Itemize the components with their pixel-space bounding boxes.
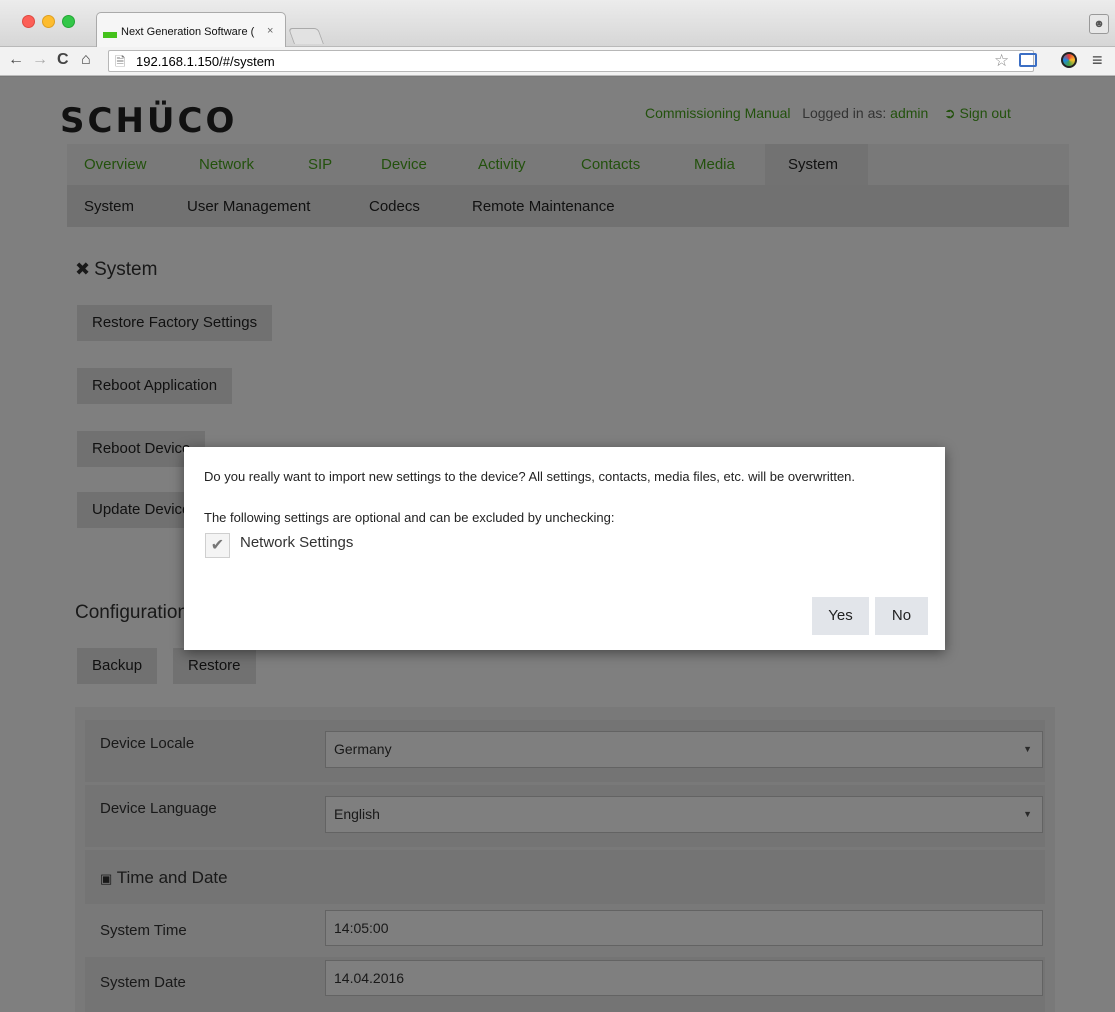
extension-icon[interactable] bbox=[1061, 52, 1077, 68]
tab-title: Next Generation Software ( bbox=[121, 26, 255, 38]
tab-close-icon[interactable]: × bbox=[267, 25, 273, 37]
zoom-window-button[interactable] bbox=[62, 15, 75, 28]
back-arrow-icon[interactable]: ← bbox=[8, 51, 24, 69]
no-button[interactable]: No bbox=[875, 597, 928, 635]
home-icon[interactable]: ⌂ bbox=[81, 51, 91, 69]
import-settings-dialog: Do you really want to import new setting… bbox=[184, 447, 945, 650]
menu-icon[interactable]: ≡ bbox=[1092, 50, 1103, 71]
favicon-icon bbox=[103, 32, 117, 38]
new-tab-button[interactable] bbox=[288, 28, 324, 44]
cast-icon[interactable] bbox=[1019, 53, 1037, 67]
page-icon: 🗎 bbox=[115, 54, 126, 69]
minimize-window-button[interactable] bbox=[42, 15, 55, 28]
url-text: 192.168.1.150/#/system bbox=[136, 54, 275, 69]
close-window-button[interactable] bbox=[22, 15, 35, 28]
browser-tab[interactable]: Next Generation Software ( × bbox=[96, 12, 286, 47]
browser-titlebar: Next Generation Software ( × ☻ bbox=[0, 0, 1115, 47]
forward-arrow-icon[interactable]: → bbox=[32, 51, 48, 69]
bookmark-star-icon[interactable]: ☆ bbox=[994, 51, 1009, 71]
profile-icon[interactable]: ☻ bbox=[1089, 14, 1109, 34]
dialog-message: Do you really want to import new setting… bbox=[204, 469, 856, 484]
network-settings-checkbox[interactable]: ✔ bbox=[205, 533, 230, 558]
yes-button[interactable]: Yes bbox=[812, 597, 869, 635]
reload-icon[interactable]: C bbox=[57, 51, 69, 69]
network-settings-label[interactable]: Network Settings bbox=[240, 534, 353, 551]
browser-toolbar: ← → C ⌂ 🗎 192.168.1.150/#/system ☆ bbox=[0, 47, 1115, 76]
checkmark-icon: ✔ bbox=[210, 537, 225, 554]
dialog-optional-text: The following settings are optional and … bbox=[204, 510, 615, 525]
address-bar[interactable]: 🗎 192.168.1.150/#/system ☆ bbox=[108, 50, 1034, 72]
